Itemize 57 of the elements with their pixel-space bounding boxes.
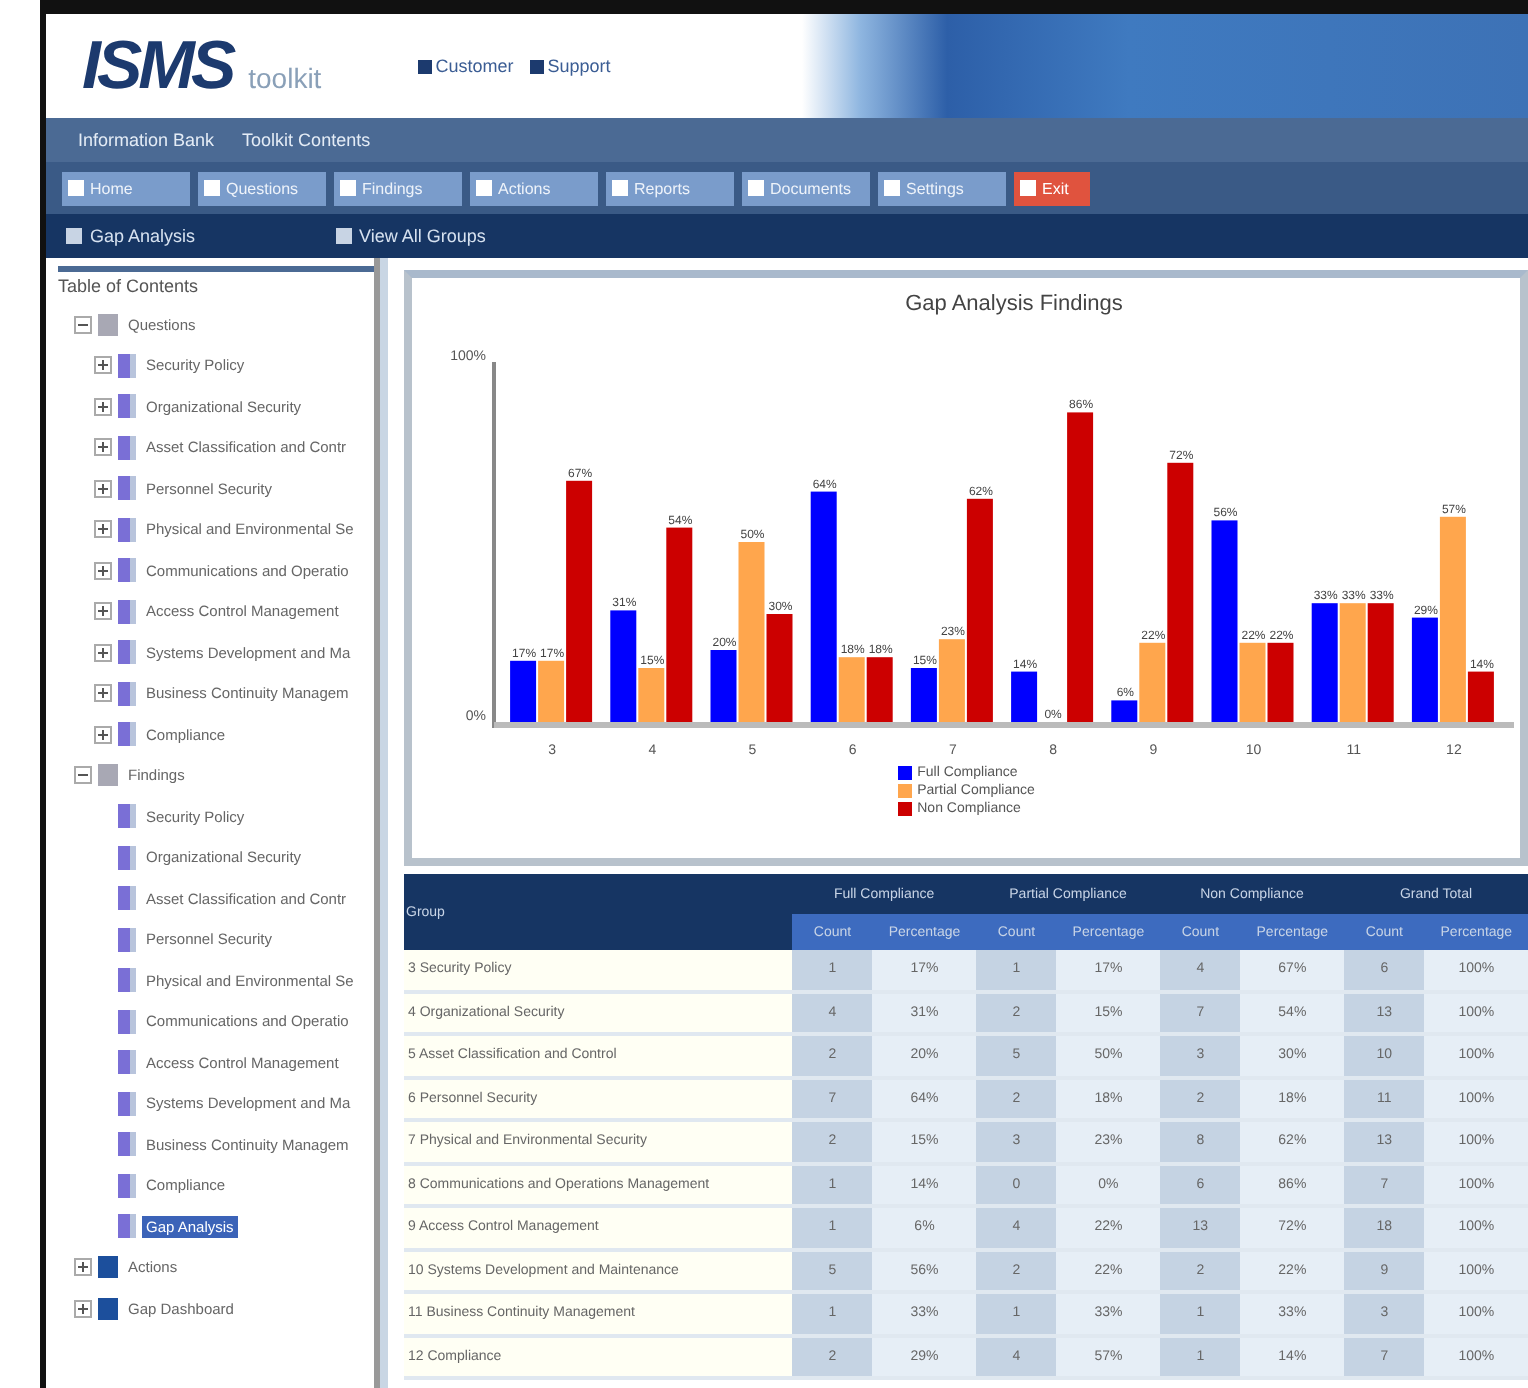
logo-subtitle: toolkit xyxy=(248,62,322,94)
bar xyxy=(1367,603,1394,722)
logo-text: ISMS xyxy=(82,27,233,105)
bar xyxy=(1011,671,1038,722)
page-icon xyxy=(118,558,136,583)
expander-icon[interactable] xyxy=(94,356,112,375)
page-icon xyxy=(118,681,136,706)
page-icon xyxy=(118,845,136,870)
expander-icon[interactable] xyxy=(94,438,112,457)
page-icon xyxy=(118,353,136,378)
page-icon xyxy=(118,599,136,624)
page-icon xyxy=(118,927,136,952)
page-icon xyxy=(118,1050,136,1075)
page-icon xyxy=(118,1091,136,1116)
header-link[interactable]: Customer xyxy=(417,56,514,76)
nav-link[interactable]: Gap Analysis xyxy=(66,226,196,246)
page-icon xyxy=(118,435,136,460)
module-icon xyxy=(98,1297,118,1320)
bar xyxy=(1339,603,1366,722)
page-icon xyxy=(118,722,136,747)
header-link[interactable]: Support xyxy=(529,56,611,76)
toolbar-button[interactable]: Exit xyxy=(1014,171,1090,205)
bar xyxy=(866,657,893,722)
chart-title: Gap Analysis Findings xyxy=(905,292,1123,316)
page-icon xyxy=(118,1214,136,1239)
menu-item[interactable]: Information Bank xyxy=(78,130,215,150)
page-icon xyxy=(118,476,136,501)
bar xyxy=(510,660,537,722)
expander-icon[interactable] xyxy=(74,315,92,334)
module-icon xyxy=(98,1256,118,1279)
page-icon xyxy=(118,1009,136,1034)
page-icon xyxy=(118,886,136,911)
expander-icon[interactable] xyxy=(74,766,92,785)
folder-icon xyxy=(98,764,118,787)
bar xyxy=(1311,603,1338,722)
expander-icon[interactable] xyxy=(94,561,112,580)
page-icon xyxy=(118,640,136,665)
page-icon xyxy=(118,1173,136,1198)
expander-icon[interactable] xyxy=(94,479,112,498)
expander-icon[interactable] xyxy=(94,643,112,662)
expander-icon[interactable] xyxy=(94,397,112,416)
expander-icon[interactable] xyxy=(94,602,112,621)
page-icon xyxy=(118,1132,136,1157)
tree-title: Table of Contents xyxy=(58,266,374,296)
page-icon xyxy=(118,517,136,542)
page-icon xyxy=(118,394,136,419)
bar xyxy=(1267,642,1294,722)
folder-icon xyxy=(98,313,118,336)
menu-item[interactable]: Toolkit Contents xyxy=(242,130,371,150)
page-icon xyxy=(118,804,136,829)
expander-icon[interactable] xyxy=(74,1258,92,1277)
expander-icon[interactable] xyxy=(94,684,112,703)
expander-icon[interactable] xyxy=(74,1299,92,1318)
expander-icon[interactable] xyxy=(94,725,112,744)
nav-link[interactable]: View All Groups xyxy=(335,226,486,246)
expander-icon[interactable] xyxy=(94,520,112,539)
page-icon xyxy=(118,968,136,993)
